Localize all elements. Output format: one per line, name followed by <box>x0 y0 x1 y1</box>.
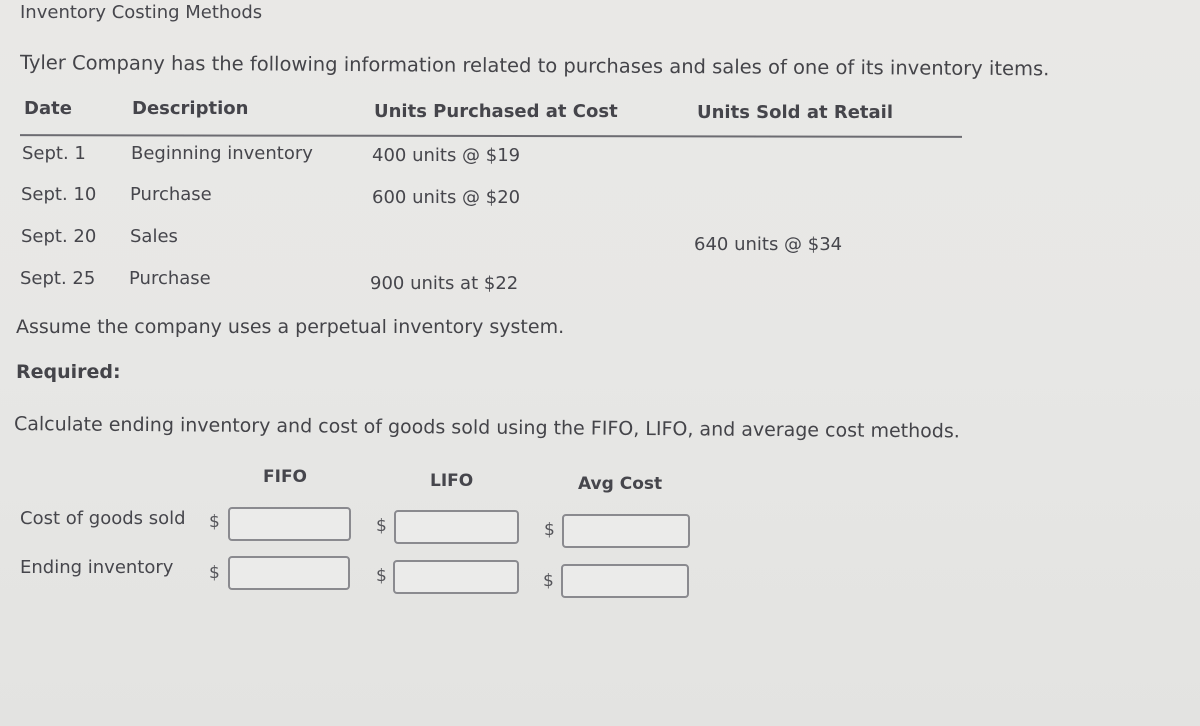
dollar-sign: $ <box>376 516 387 536</box>
cogs-fifo-input[interactable] <box>228 507 351 541</box>
header-description: Description <box>132 98 249 119</box>
row-label-ending-inventory: Ending inventory <box>20 557 174 578</box>
ending-inventory-avg-cost-input[interactable] <box>561 564 689 598</box>
column-lifo: LIFO <box>430 471 474 491</box>
column-avg-cost: Avg Cost <box>578 474 663 494</box>
row-description: Sales <box>130 226 178 247</box>
dollar-sign: $ <box>543 571 554 591</box>
row-label-cogs: Cost of goods sold <box>20 508 186 529</box>
row-sold: 640 units @ $34 <box>694 234 843 255</box>
header-date: Date <box>24 98 72 119</box>
row-purchased: 600 units @ $20 <box>372 187 521 208</box>
row-date: Sept. 25 <box>20 268 96 289</box>
header-divider <box>19 134 963 138</box>
dollar-sign: $ <box>376 566 387 586</box>
cogs-avg-cost-input[interactable] <box>562 514 690 548</box>
row-date: Sept. 20 <box>21 226 97 247</box>
header-units-purchased: Units Purchased at Cost <box>374 101 618 122</box>
ending-inventory-lifo-input[interactable] <box>393 560 519 594</box>
row-description: Beginning inventory <box>131 143 313 164</box>
row-description: Purchase <box>129 268 211 289</box>
dollar-sign: $ <box>209 512 220 532</box>
required-label: Required: <box>16 361 121 383</box>
column-fifo: FIFO <box>263 467 308 487</box>
row-date: Sept. 1 <box>22 143 86 164</box>
cogs-lifo-input[interactable] <box>394 510 519 544</box>
row-purchased: 400 units @ $19 <box>372 145 521 166</box>
page-title: Inventory Costing Methods <box>20 2 263 23</box>
row-date: Sept. 10 <box>21 184 97 205</box>
dollar-sign: $ <box>544 520 555 540</box>
assumption-text: Assume the company uses a perpetual inve… <box>16 316 565 338</box>
ending-inventory-fifo-input[interactable] <box>228 556 350 590</box>
intro-text: Tyler Company has the following informat… <box>19 51 1050 81</box>
row-description: Purchase <box>130 184 212 205</box>
instruction-text: Calculate ending inventory and cost of g… <box>13 413 960 443</box>
dollar-sign: $ <box>209 563 220 583</box>
header-units-sold: Units Sold at Retail <box>697 102 894 123</box>
row-purchased: 900 units at $22 <box>370 273 519 294</box>
